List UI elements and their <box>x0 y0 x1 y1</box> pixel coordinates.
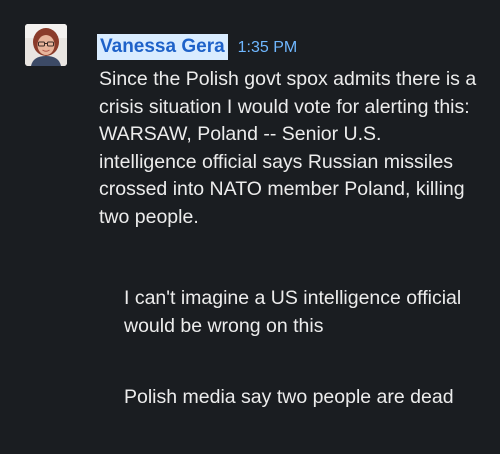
followup-message: I can't imagine a US intelligence offici… <box>124 287 462 337</box>
followup-message: Polish media say two people are dead <box>124 386 454 408</box>
message-text: Since the Polish govt spox admits there … <box>99 68 477 228</box>
author-name[interactable]: Vanessa Gera <box>97 34 228 60</box>
avatar[interactable] <box>25 24 67 66</box>
message-header: Vanessa Gera 1:35 PM <box>97 34 297 60</box>
message-timestamp[interactable]: 1:35 PM <box>238 39 298 57</box>
chat-message: Vanessa Gera 1:35 PM Since the Polish go… <box>0 0 500 454</box>
avatar-photo-icon <box>25 24 67 66</box>
